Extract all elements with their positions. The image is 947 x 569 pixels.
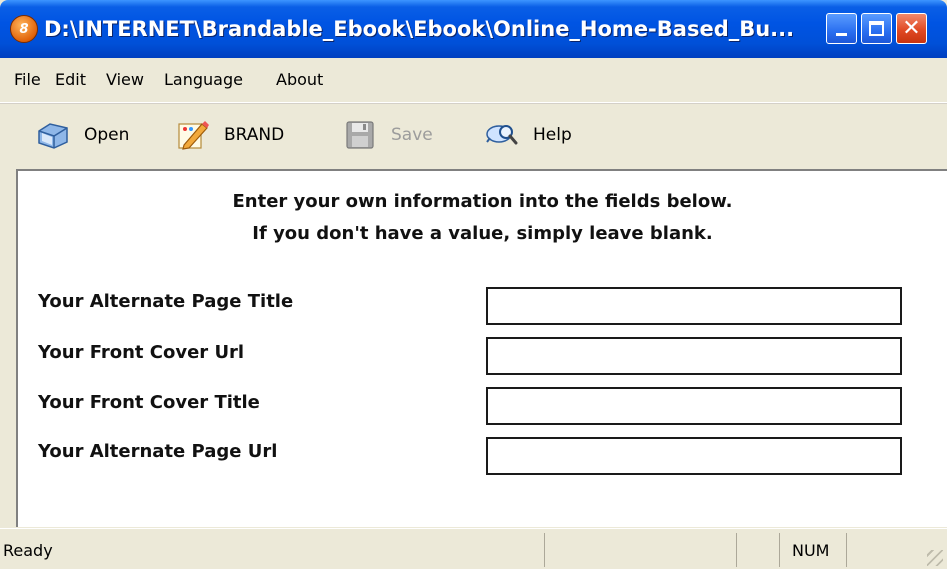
maximize-icon [869, 21, 884, 36]
brand-pencil-icon [178, 121, 209, 150]
status-pane-num: NUM [779, 533, 846, 567]
app-icon[interactable]: 8 [10, 15, 38, 43]
status-pane-3 [736, 533, 779, 567]
maximize-button[interactable] [861, 13, 892, 44]
help-button[interactable]: Help [485, 115, 572, 155]
brand-button[interactable]: BRAND [176, 115, 284, 155]
left-border [0, 165, 16, 527]
title-bar[interactable]: 8 D:\INTERNET\Brandable_Ebook\Ebook\Onli… [0, 0, 947, 58]
floppy-disk-icon [346, 121, 374, 149]
front-cover-title-label: Your Front Cover Title [38, 392, 260, 413]
menu-language[interactable]: Language [164, 70, 243, 89]
open-label: Open [84, 125, 130, 145]
status-pane-5 [846, 533, 914, 567]
alternate-page-title-input[interactable] [486, 287, 902, 325]
front-cover-url-input[interactable] [486, 337, 902, 375]
brand-label: BRAND [224, 125, 285, 145]
menu-bar: File Edit View Language About [0, 58, 947, 103]
status-pane-2 [544, 533, 736, 567]
status-text: Ready [3, 541, 53, 560]
save-button[interactable]: Save [343, 115, 433, 155]
instruction-line-1: Enter your own information into the fiel… [232, 191, 733, 212]
brand-form-panel: Enter your own information into the fiel… [16, 169, 947, 527]
window-title: D:\INTERNET\Brandable_Ebook\Ebook\Online… [44, 17, 795, 41]
close-button[interactable]: ✕ [896, 13, 927, 44]
menu-edit[interactable]: Edit [55, 70, 86, 89]
minimize-icon [836, 33, 847, 36]
alternate-page-title-label: Your Alternate Page Title [38, 291, 294, 312]
close-icon: ✕ [902, 16, 921, 41]
instruction-line-2: If you don't have a value, simply leave … [252, 223, 713, 244]
help-label: Help [533, 125, 572, 145]
front-cover-title-input[interactable] [486, 387, 902, 425]
toolbar: Open BRAND Save Help [0, 103, 947, 166]
help-magnifier-icon [486, 125, 518, 145]
save-label: Save [391, 125, 433, 145]
menu-file[interactable]: File [14, 70, 41, 89]
open-button[interactable]: Open [36, 115, 129, 155]
resize-grip-icon[interactable] [927, 550, 943, 566]
app-window: 8 D:\INTERNET\Brandable_Ebook\Ebook\Onli… [0, 0, 947, 569]
open-folder-icon [38, 123, 68, 149]
minimize-button[interactable] [826, 13, 857, 44]
alternate-page-url-input[interactable] [486, 437, 902, 475]
num-lock-indicator: NUM [792, 541, 830, 560]
front-cover-url-label: Your Front Cover Url [38, 342, 245, 363]
menu-about[interactable]: About [276, 70, 323, 89]
status-bar: Ready NUM [0, 528, 947, 569]
menu-view[interactable]: View [106, 70, 144, 89]
alternate-page-url-label: Your Alternate Page Url [38, 441, 278, 462]
